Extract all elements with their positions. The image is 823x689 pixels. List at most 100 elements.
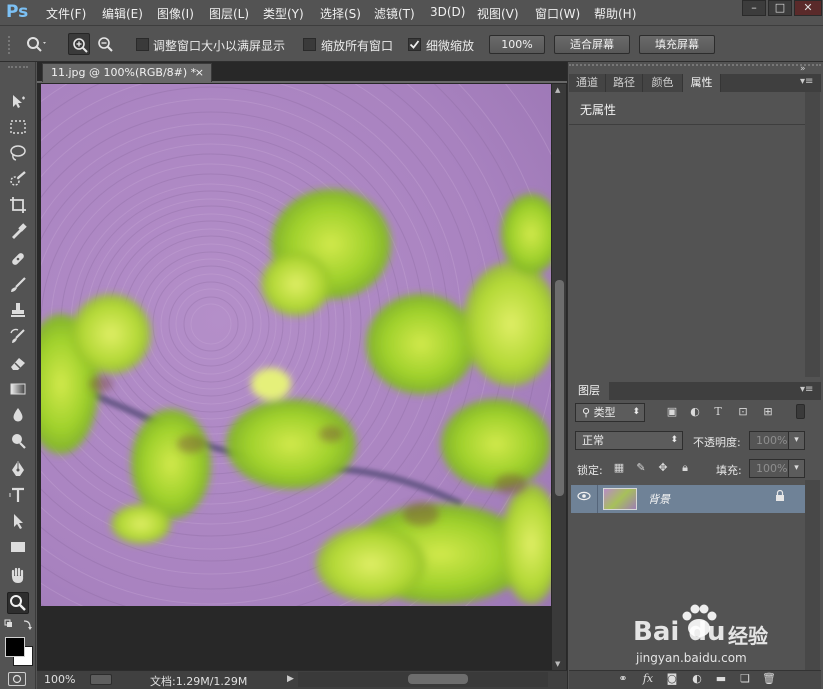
zoom-preset-icon[interactable] <box>24 34 48 54</box>
crop-tool-icon[interactable] <box>7 194 29 216</box>
lock-label: 锁定: <box>577 464 603 477</box>
close-button[interactable]: ✕ <box>794 0 822 16</box>
properties-scrollbar[interactable] <box>805 92 820 377</box>
minimize-button[interactable]: – <box>742 0 766 16</box>
menu-view[interactable]: 视图(V) <box>477 5 519 22</box>
layers-menu-icon[interactable]: ▾≡ <box>800 384 813 395</box>
maximize-button[interactable]: □ <box>768 0 792 16</box>
new-layer-icon[interactable]: ❏ <box>738 672 752 685</box>
marquee-tool-icon[interactable] <box>7 116 29 138</box>
image-canvas[interactable] <box>41 84 551 606</box>
dodge-tool-icon[interactable] <box>7 430 29 452</box>
type-tool-icon[interactable] <box>7 484 29 506</box>
zoom-in-icon[interactable] <box>68 33 90 55</box>
layer-filter-select[interactable]: ⚲ 类型 ⬍ <box>575 403 645 422</box>
layer-name[interactable]: 背景 <box>648 491 670 507</box>
filter-type-icon[interactable]: T <box>710 404 726 420</box>
menu-type[interactable]: 类型(Y) <box>263 5 304 22</box>
move-tool-icon[interactable] <box>7 90 29 112</box>
scroll-up-icon[interactable]: ▲ <box>555 86 560 94</box>
layers-scrollbar[interactable] <box>805 480 820 670</box>
zoom-all-checkbox[interactable] <box>303 38 316 51</box>
menu-window[interactable]: 窗口(W) <box>535 5 580 22</box>
link-layers-icon[interactable]: ⚭ <box>616 672 630 685</box>
properties-title: 无属性 <box>580 103 617 117</box>
panel-collapse-icon[interactable]: » <box>800 64 806 74</box>
path-select-tool-icon[interactable] <box>7 510 29 532</box>
healing-brush-tool-icon[interactable] <box>7 248 29 270</box>
quick-select-tool-icon[interactable] <box>7 168 29 190</box>
tab-color[interactable]: 颜色 <box>643 74 683 92</box>
resize-windows-label: 调整窗口大小以满屏显示 <box>153 39 286 53</box>
scrubby-zoom-label: 细微缩放 <box>426 39 475 53</box>
fill-dropdown-icon[interactable]: ▾ <box>788 459 805 478</box>
brush-tool-icon[interactable] <box>7 274 29 296</box>
vertical-scroll-thumb[interactable] <box>555 280 564 496</box>
zoom-out-icon[interactable] <box>94 33 116 55</box>
adjustment-layer-icon[interactable]: ◐ <box>690 672 704 685</box>
tab-properties[interactable]: 属性 <box>683 74 721 92</box>
properties-body <box>569 92 805 377</box>
menu-select[interactable]: 选择(S) <box>320 5 361 22</box>
tab-paths[interactable]: 路径 <box>606 74 643 92</box>
watermark-url: jingyan.baidu.com <box>636 651 747 665</box>
status-info-icon[interactable] <box>90 674 112 685</box>
document-tab[interactable]: 11.jpg @ 100%(RGB/8#) * × <box>42 63 212 82</box>
fill-screen-button[interactable]: 填充屏幕 <box>639 35 715 54</box>
hand-tool-icon[interactable] <box>7 564 29 586</box>
eraser-tool-icon[interactable] <box>7 352 29 374</box>
zoom-tool-icon[interactable] <box>7 592 29 614</box>
scroll-down-icon[interactable]: ▼ <box>555 660 560 668</box>
blend-mode-select[interactable]: 正常 ⬍ <box>575 431 683 450</box>
filter-adjust-icon[interactable]: ◐ <box>687 404 703 420</box>
clone-stamp-tool-icon[interactable] <box>7 300 29 322</box>
filter-pixel-icon[interactable]: ▣ <box>664 404 680 420</box>
swap-colors-icon[interactable] <box>4 618 32 632</box>
eyedropper-tool-icon[interactable] <box>7 220 29 242</box>
lock-transparent-icon[interactable]: ▦ <box>611 460 627 476</box>
opacity-dropdown-icon[interactable]: ▾ <box>788 431 805 450</box>
filter-shape-icon[interactable]: ⊡ <box>735 404 751 420</box>
tab-close-icon[interactable]: × <box>195 64 204 82</box>
menu-file[interactable]: 文件(F) <box>46 5 86 22</box>
lasso-tool-icon[interactable] <box>7 142 29 164</box>
add-mask-icon[interactable]: ◙ <box>665 672 679 685</box>
filter-toggle[interactable] <box>796 404 805 419</box>
canvas-image <box>41 84 551 606</box>
foreground-color-swatch[interactable] <box>5 637 25 657</box>
fit-screen-button[interactable]: 适合屏幕 <box>554 35 630 54</box>
menu-filter[interactable]: 滤镜(T) <box>374 5 415 22</box>
menu-layer[interactable]: 图层(L) <box>209 5 249 22</box>
new-group-icon[interactable]: ▬ <box>714 672 728 685</box>
lock-paint-icon[interactable]: ✎ <box>633 460 649 476</box>
lock-move-icon[interactable]: ✥ <box>655 460 671 476</box>
layer-row-divider <box>597 485 598 513</box>
panel-grip-icon <box>569 64 821 72</box>
tab-layers[interactable]: 图层 <box>569 382 609 400</box>
rectangle-tool-icon[interactable] <box>7 536 29 558</box>
zoom-100-button[interactable]: 100% <box>489 35 545 54</box>
history-brush-tool-icon[interactable] <box>7 326 29 348</box>
document-tab-title: 11.jpg @ 100%(RGB/8#) * <box>51 66 197 79</box>
zoom-level[interactable]: 100% <box>44 673 75 686</box>
fill-label: 填充: <box>716 464 742 477</box>
gradient-tool-icon[interactable] <box>7 378 29 400</box>
lock-all-icon[interactable]: 🔒︎ <box>677 460 693 476</box>
scrubby-zoom-checkbox[interactable] <box>408 38 421 51</box>
menu-3d[interactable]: 3D(D) <box>430 5 465 19</box>
blur-tool-icon[interactable] <box>7 404 29 426</box>
menu-image[interactable]: 图像(I) <box>157 5 194 22</box>
eye-icon[interactable] <box>577 491 591 504</box>
status-menu-arrow-icon[interactable]: ▶ <box>287 674 294 684</box>
menu-edit[interactable]: 编辑(E) <box>102 5 143 22</box>
menu-help[interactable]: 帮助(H) <box>594 5 636 22</box>
panel-menu-icon[interactable]: ▾≡ <box>800 76 813 87</box>
fx-icon[interactable]: fx <box>641 672 655 685</box>
tab-channels[interactable]: 通道 <box>569 74 606 92</box>
filter-smart-icon[interactable]: ⊞ <box>760 404 776 420</box>
delete-layer-icon[interactable]: 🗑︎ <box>762 672 776 685</box>
horizontal-scroll-thumb[interactable] <box>408 674 468 684</box>
resize-windows-checkbox[interactable] <box>136 38 149 51</box>
pen-tool-icon[interactable] <box>7 458 29 480</box>
quick-mask-icon[interactable] <box>8 672 26 686</box>
